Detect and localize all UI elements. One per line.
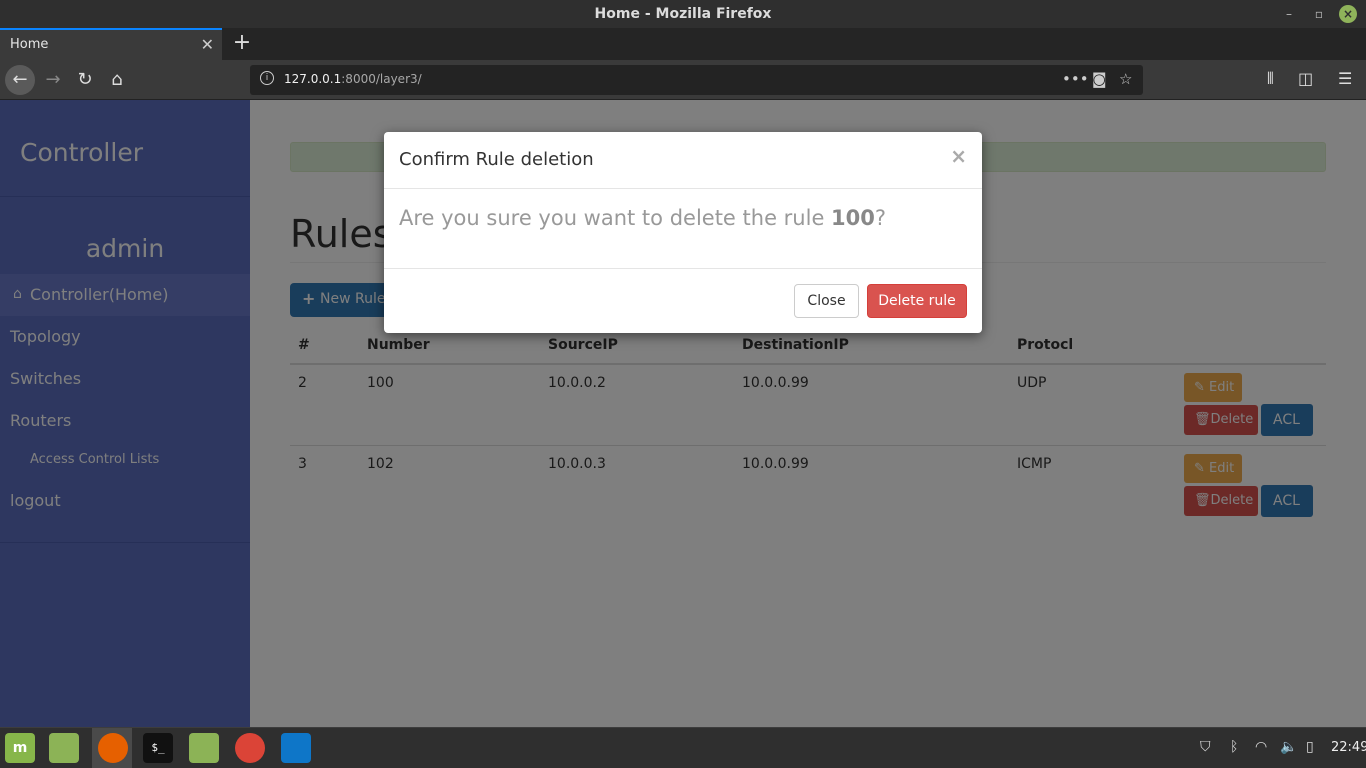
page-actions-icon[interactable]: ••• <box>1062 70 1089 88</box>
modal-footer-divider <box>384 268 982 269</box>
url-path: :8000/layer3/ <box>341 72 422 86</box>
vscode-icon[interactable] <box>281 733 311 763</box>
tab-label: Home <box>10 37 49 52</box>
modal-header-divider <box>384 188 982 189</box>
maximize-icon[interactable]: ▫ <box>1310 5 1328 23</box>
show-desktop-icon[interactable] <box>49 733 79 763</box>
modal-title: Confirm Rule deletion <box>399 149 594 170</box>
confirm-delete-modal: Confirm Rule deletion × Are you sure you… <box>384 132 982 333</box>
tab-bar: Home ✕ + <box>0 28 1366 60</box>
page-content: Controller admin ⌂ Controller(Home) Topo… <box>0 100 1366 727</box>
library-icon[interactable]: ⫴ <box>1267 69 1274 89</box>
tab-home[interactable]: Home ✕ <box>0 28 222 60</box>
url-host: 127.0.0.1 <box>284 72 342 86</box>
tab-close-icon[interactable]: ✕ <box>201 35 214 54</box>
site-info-icon[interactable]: i <box>260 71 274 85</box>
window-titlebar: Home - Mozilla Firefox – ▫ × <box>0 0 1366 28</box>
battery-icon[interactable]: ▯ <box>1306 739 1314 755</box>
mint-menu-icon[interactable]: m <box>5 733 35 763</box>
modal-message: Are you sure you want to delete the rule… <box>399 206 887 230</box>
url-bar[interactable]: i 127.0.0.1:8000/layer3/ ••• ◙ ☆ <box>250 65 1143 95</box>
hamburger-menu-icon[interactable]: ☰ <box>1338 69 1352 88</box>
close-window-icon[interactable]: × <box>1339 5 1357 23</box>
home-icon[interactable]: ⌂ <box>102 65 132 95</box>
reload-icon[interactable]: ↻ <box>70 65 100 95</box>
forward-arrow-icon[interactable]: → <box>38 65 68 95</box>
firefox-icon[interactable] <box>98 733 128 763</box>
terminal-icon[interactable]: $_ <box>143 733 173 763</box>
rule-number: 100 <box>831 206 875 230</box>
sidebar-toggle-icon[interactable]: ◫ <box>1298 69 1313 88</box>
bluetooth-icon[interactable]: ᛒ <box>1230 739 1238 755</box>
window-title: Home - Mozilla Firefox <box>594 6 772 22</box>
modal-close-icon[interactable]: × <box>950 144 967 168</box>
url-text: 127.0.0.1:8000/layer3/ <box>284 72 422 86</box>
delete-rule-button[interactable]: Delete rule <box>867 284 967 318</box>
minimize-icon[interactable]: – <box>1280 5 1298 23</box>
close-button[interactable]: Close <box>794 284 859 318</box>
bookmark-star-icon[interactable]: ☆ <box>1119 70 1132 88</box>
shield-icon[interactable]: ⛉ <box>1200 739 1211 755</box>
volume-icon[interactable]: 🔈 <box>1280 739 1297 755</box>
pocket-icon[interactable]: ◙ <box>1092 70 1107 88</box>
chrome-icon[interactable] <box>235 733 265 763</box>
navigation-bar: ← → ↻ ⌂ i 127.0.0.1:8000/layer3/ ••• ◙ ☆… <box>0 60 1366 100</box>
files-icon[interactable] <box>189 733 219 763</box>
wifi-icon[interactable]: ◠ <box>1255 739 1267 755</box>
back-arrow-icon[interactable]: ← <box>5 65 35 95</box>
clock[interactable]: 22:49 <box>1331 740 1366 755</box>
taskbar: m $_ ⛉ ᛒ ◠ 🔈 ▯ 22:49 <box>0 727 1366 768</box>
new-tab-icon[interactable]: + <box>230 30 254 55</box>
